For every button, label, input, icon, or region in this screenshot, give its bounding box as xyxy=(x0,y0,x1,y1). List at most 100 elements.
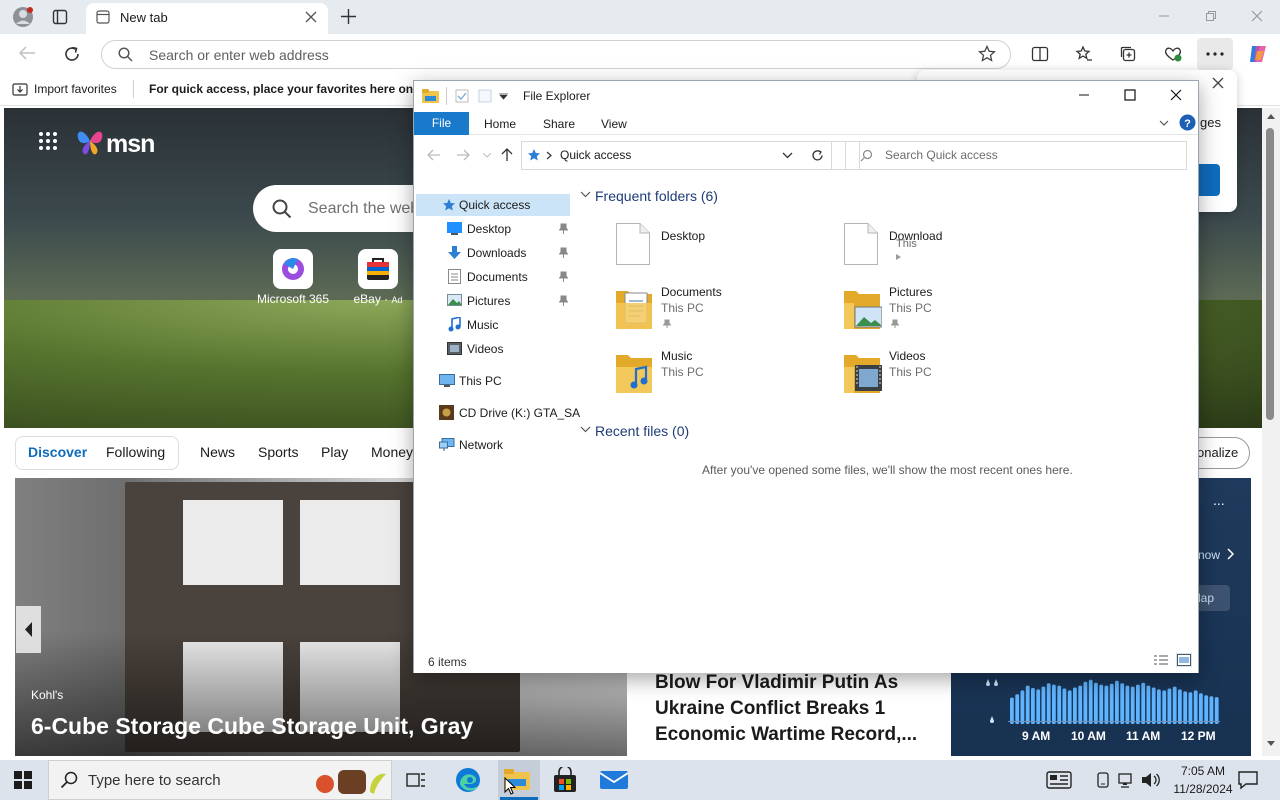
start-windows-icon[interactable] xyxy=(14,771,32,789)
network-status-icon[interactable] xyxy=(1118,771,1136,789)
explorer-maximize-icon[interactable] xyxy=(1124,89,1136,101)
explorer-minimize-icon[interactable] xyxy=(1078,89,1090,101)
frequent-folders-header[interactable]: Frequent folders (6) xyxy=(595,188,718,204)
pin-icon[interactable] xyxy=(559,295,568,306)
nav-videos[interactable]: Videos xyxy=(467,338,503,360)
nav-downloads[interactable]: Downloads xyxy=(467,242,526,264)
store-taskbar-icon[interactable] xyxy=(553,767,577,793)
ribbon-tab-home[interactable]: Home xyxy=(484,117,516,131)
apps-grid-icon[interactable] xyxy=(38,131,58,151)
import-favorites-link[interactable]: Import favorites xyxy=(34,82,117,96)
nav-play[interactable]: Play xyxy=(321,444,348,460)
explorer-app-icon xyxy=(422,89,440,103)
copilot-icon[interactable] xyxy=(1247,43,1269,65)
recent-files-header[interactable]: Recent files (0) xyxy=(595,423,689,439)
carousel-prev-button[interactable] xyxy=(16,606,41,653)
folder-name[interactable]: Documents xyxy=(661,285,722,299)
msn-logo-text[interactable]: msn xyxy=(106,130,155,159)
browser-essentials-icon[interactable] xyxy=(1163,45,1183,63)
precip-bar xyxy=(1073,687,1077,724)
weather-now-label[interactable]: now xyxy=(1198,548,1220,562)
story-title[interactable]: 6-Cube Storage Cube Storage Unit, Gray xyxy=(31,713,473,740)
refresh-icon[interactable] xyxy=(63,45,81,63)
address-path-text[interactable]: Quick access xyxy=(560,148,631,162)
microsoft365-tile[interactable] xyxy=(273,249,313,289)
ribbon-tab-share[interactable]: Share xyxy=(543,117,575,131)
profile-icon[interactable] xyxy=(12,6,34,28)
nav-sports[interactable]: Sports xyxy=(258,444,298,460)
device-icon[interactable] xyxy=(1096,772,1110,788)
close-tab-icon[interactable] xyxy=(305,11,317,23)
nav-money[interactable]: Money xyxy=(371,444,413,460)
news-widget-icon[interactable] xyxy=(1046,771,1072,789)
news-title[interactable]: Blow For Vladimir Putin As Ukraine Confl… xyxy=(655,670,925,748)
qat-newfolder-icon[interactable] xyxy=(478,89,492,103)
edge-taskbar-icon[interactable] xyxy=(454,766,482,794)
tab-actions-icon[interactable] xyxy=(52,9,68,25)
clock-time[interactable]: 7:05 AM xyxy=(1171,764,1235,778)
path-dropdown-icon[interactable] xyxy=(782,152,793,159)
nav-back-icon[interactable] xyxy=(427,149,441,161)
scrollbar-thumb[interactable] xyxy=(1266,128,1274,420)
nav-recent-icon[interactable] xyxy=(483,153,491,158)
precip-bar xyxy=(1183,691,1188,724)
new-tab-plus-icon[interactable] xyxy=(341,9,356,24)
weather-more-button[interactable]: ... xyxy=(1213,492,1225,508)
nav-music[interactable]: Music xyxy=(467,314,498,336)
nav-documents[interactable]: Documents xyxy=(467,266,528,288)
favorite-star-icon[interactable] xyxy=(978,45,996,63)
nav-network[interactable]: Network xyxy=(459,434,503,456)
folder-location: This PC xyxy=(889,301,932,315)
nav-cd-drive[interactable]: CD Drive (K:) GTA_SA xyxy=(459,402,580,424)
folder-name[interactable]: Desktop xyxy=(661,229,705,243)
ebay-tile[interactable] xyxy=(358,249,398,289)
ribbon-expand-icon[interactable] xyxy=(1159,120,1169,127)
mail-taskbar-icon[interactable] xyxy=(600,769,628,791)
details-view-icon[interactable] xyxy=(1153,654,1169,667)
personalize-label: onalize xyxy=(1197,445,1239,460)
nav-desktop[interactable]: Desktop xyxy=(467,218,511,240)
group-collapse-icon[interactable] xyxy=(580,191,591,198)
folder-name[interactable]: Pictures xyxy=(889,285,932,299)
explorer-close-icon[interactable] xyxy=(1170,89,1182,101)
restore-icon[interactable] xyxy=(1205,10,1217,22)
group-collapse-icon[interactable] xyxy=(580,426,591,433)
split-screen-icon[interactable] xyxy=(1031,45,1049,63)
nav-pictures[interactable]: Pictures xyxy=(467,290,510,312)
volume-icon[interactable] xyxy=(1141,771,1161,789)
tab-following[interactable]: Following xyxy=(106,444,165,460)
folder-name[interactable]: Videos xyxy=(889,349,925,363)
nav-this-pc[interactable]: This PC xyxy=(459,370,502,392)
qat-properties-icon[interactable] xyxy=(455,89,469,103)
scroll-up-icon[interactable] xyxy=(1266,112,1276,120)
settings-more-button[interactable] xyxy=(1197,38,1233,70)
pin-icon[interactable] xyxy=(559,223,568,234)
folder-name[interactable]: Music xyxy=(661,349,692,363)
pin-icon[interactable] xyxy=(559,271,568,282)
large-icons-view-icon[interactable] xyxy=(1176,653,1192,667)
pin-icon[interactable] xyxy=(559,247,568,258)
nav-forward-icon[interactable] xyxy=(456,149,470,161)
tab-discover[interactable]: Discover xyxy=(28,444,87,460)
nav-up-icon[interactable] xyxy=(501,148,513,162)
back-icon[interactable] xyxy=(18,45,36,61)
videos-icon xyxy=(447,342,462,355)
close-window-icon[interactable] xyxy=(1251,10,1263,22)
precip-bar xyxy=(1094,682,1098,724)
task-view-icon[interactable] xyxy=(406,771,426,789)
help-icon[interactable]: ? xyxy=(1179,114,1196,131)
collections-icon[interactable] xyxy=(1119,45,1137,63)
notification-center-icon[interactable] xyxy=(1238,770,1258,790)
nav-quick-access[interactable]: Quick access xyxy=(459,194,530,216)
minimize-icon[interactable] xyxy=(1158,10,1170,22)
clock-date[interactable]: 11/28/2024 xyxy=(1166,782,1240,796)
nav-news[interactable]: News xyxy=(200,444,235,460)
scroll-down-icon[interactable] xyxy=(1266,740,1276,748)
ribbon-tab-view[interactable]: View xyxy=(601,117,627,131)
popup-close-icon[interactable] xyxy=(1212,77,1224,89)
qat-dropdown-icon[interactable] xyxy=(499,93,508,100)
ribbon-tab-file[interactable]: File xyxy=(414,112,469,135)
page-scrollbar[interactable] xyxy=(1262,108,1280,756)
favorites-icon[interactable] xyxy=(1075,45,1093,63)
breadcrumb-chevron-icon[interactable] xyxy=(546,151,552,160)
